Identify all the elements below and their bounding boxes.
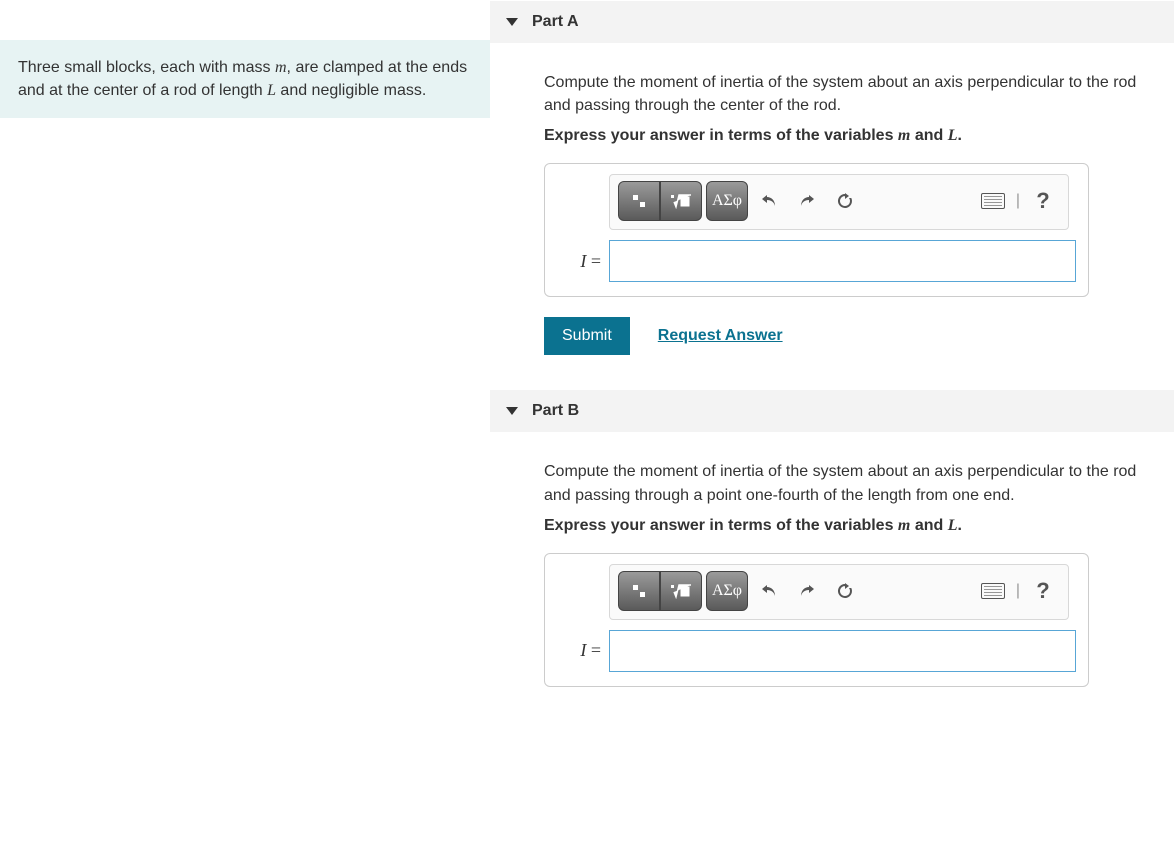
keyboard-button[interactable] (976, 574, 1010, 608)
redo-button[interactable] (790, 574, 824, 608)
answer-variable-label: I = (557, 640, 601, 661)
part-b-title: Part B (532, 402, 579, 420)
var-L: L (267, 82, 276, 99)
problem-statement: Three small blocks, each with mass m, ar… (0, 40, 490, 118)
keyboard-button[interactable] (976, 184, 1010, 218)
reset-button[interactable] (828, 574, 862, 608)
math-root-button[interactable] (660, 571, 702, 611)
part-b-instruction: Compute the moment of inertia of the sys… (544, 460, 1154, 506)
toolbar-divider: | (1014, 582, 1022, 600)
part-b-answer-input[interactable] (609, 630, 1076, 672)
undo-button[interactable] (752, 184, 786, 218)
part-b-answer-box: ΑΣφ | (544, 553, 1089, 687)
templates-button[interactable] (618, 181, 660, 221)
part-b-body: Compute the moment of inertia of the sys… (490, 432, 1174, 720)
help-button[interactable]: ? (1026, 574, 1060, 608)
collapse-icon (506, 18, 518, 26)
collapse-icon (506, 407, 518, 415)
math-root-button[interactable] (660, 181, 702, 221)
part-a-answer-box: ΑΣφ | (544, 163, 1089, 297)
part-a-express: Express your answer in terms of the vari… (544, 127, 1154, 145)
redo-button[interactable] (790, 184, 824, 218)
answer-variable-label: I = (557, 251, 601, 272)
part-b-express: Express your answer in terms of the vari… (544, 517, 1154, 535)
problem-text: Three small blocks, each with mass (18, 59, 275, 76)
greek-button[interactable]: ΑΣφ (706, 571, 748, 611)
equation-toolbar: ΑΣφ | (609, 174, 1069, 230)
part-a-instruction: Compute the moment of inertia of the sys… (544, 71, 1154, 117)
undo-button[interactable] (752, 574, 786, 608)
help-button[interactable]: ? (1026, 184, 1060, 218)
keyboard-icon (981, 583, 1005, 599)
var-m: m (275, 59, 287, 76)
greek-button[interactable]: ΑΣφ (706, 181, 748, 221)
keyboard-icon (981, 193, 1005, 209)
part-a-body: Compute the moment of inertia of the sys… (490, 43, 1174, 389)
submit-button[interactable]: Submit (544, 317, 630, 355)
reset-button[interactable] (828, 184, 862, 218)
part-a-title: Part A (532, 13, 579, 31)
templates-button[interactable] (618, 571, 660, 611)
part-a-header[interactable]: Part A (490, 0, 1174, 43)
problem-text: and negligible mass. (276, 82, 426, 99)
part-a-answer-input[interactable] (609, 240, 1076, 282)
equation-toolbar: ΑΣφ | (609, 564, 1069, 620)
part-b-header[interactable]: Part B (490, 389, 1174, 432)
request-answer-link[interactable]: Request Answer (658, 327, 783, 345)
toolbar-divider: | (1014, 192, 1022, 210)
